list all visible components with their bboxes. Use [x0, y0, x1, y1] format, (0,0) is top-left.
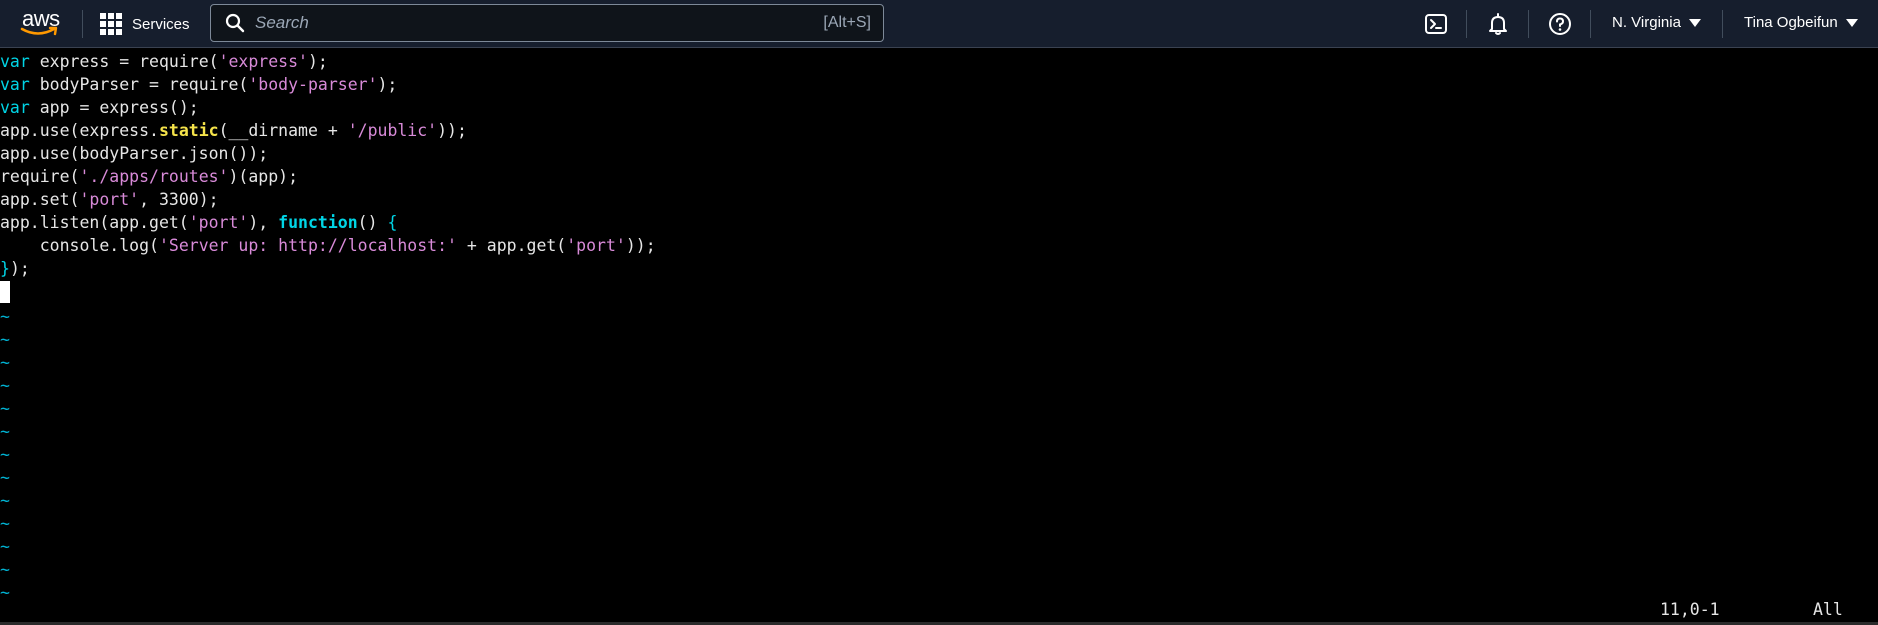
search-shortcut-hint: [Alt+S]	[823, 14, 871, 31]
code-token: app = express();	[29, 98, 199, 117]
code-line: app.use(bodyParser.json());	[0, 142, 268, 165]
bell-icon[interactable]	[1486, 12, 1510, 36]
empty-line-tilde: ~	[0, 422, 10, 441]
code-token: './apps/routes'	[79, 167, 229, 186]
code-line: });	[0, 257, 30, 280]
code-token: express = require(	[29, 52, 219, 71]
code-token: function	[278, 213, 358, 232]
empty-line-tilde: ~	[0, 491, 10, 510]
empty-line-tilde: ~	[0, 353, 10, 372]
code-token: app.use(express.	[0, 121, 159, 140]
code-token: (__dirname +	[218, 121, 348, 140]
search-icon	[225, 13, 245, 33]
aws-smile-icon	[20, 26, 58, 36]
code-token: var	[0, 75, 30, 94]
aws-top-navbar: aws Services [Alt+S]	[0, 0, 1878, 48]
empty-line-tilde: ~	[0, 514, 10, 533]
user-name: Tina Ogbeifun	[1744, 14, 1838, 31]
code-token: require(	[0, 167, 80, 186]
code-token: 'port'	[79, 190, 140, 209]
code-token: 'express'	[218, 52, 308, 71]
code-token: );	[377, 75, 398, 94]
text-cursor	[0, 281, 10, 303]
nav-divider	[1528, 10, 1529, 38]
empty-line-tilde: ~	[0, 468, 10, 487]
search-input[interactable]	[255, 13, 824, 33]
code-token: 'port'	[566, 236, 626, 255]
empty-line-tilde: ~	[0, 583, 10, 602]
code-token: ));	[625, 236, 656, 255]
code-line: console.log('Server up: http://localhost…	[0, 234, 656, 257]
cursor-position-status: 11,0-1	[1660, 600, 1720, 619]
code-line: require('./apps/routes')(app);	[0, 165, 298, 188]
services-menu-button[interactable]: Services	[100, 10, 190, 38]
code-token: {	[387, 213, 398, 232]
nav-divider	[1722, 10, 1723, 38]
services-grid-icon	[100, 13, 122, 35]
code-token: ),	[248, 213, 279, 232]
empty-line-tilde: ~	[0, 307, 10, 326]
services-label: Services	[132, 15, 190, 33]
code-line: app.listen(app.get('port'), function() {	[0, 211, 397, 234]
cloudshell-icon[interactable]	[1424, 12, 1448, 36]
code-line: var app = express();	[0, 96, 199, 119]
code-line: var bodyParser = require('body-parser');	[0, 73, 397, 96]
code-line: var express = require('express');	[0, 50, 328, 73]
code-token: }	[0, 259, 10, 278]
nav-divider	[82, 10, 83, 38]
code-token: , 3300);	[139, 190, 219, 209]
empty-line-tilde: ~	[0, 445, 10, 464]
code-token: static	[158, 121, 219, 140]
empty-line-tilde: ~	[0, 376, 10, 395]
code-token: 'port'	[188, 213, 249, 232]
code-token: 'Server up: http://localhost:'	[158, 236, 457, 255]
code-token: + app.get(	[456, 236, 567, 255]
empty-line-tilde: ~	[0, 537, 10, 556]
code-token: ()	[357, 213, 388, 232]
scroll-position-status: All	[1813, 600, 1843, 619]
empty-line-tilde: ~	[0, 330, 10, 349]
code-token: );	[9, 259, 30, 278]
region-selector[interactable]: N. Virginia	[1612, 14, 1701, 31]
code-token: app.use(bodyParser.json());	[0, 144, 269, 163]
code-token: var	[0, 52, 30, 71]
code-token: app.set(	[0, 190, 80, 209]
code-line: app.set('port', 3300);	[0, 188, 219, 211]
help-icon[interactable]	[1548, 12, 1572, 36]
empty-line-tilde: ~	[0, 560, 10, 579]
code-token: bodyParser = require(	[29, 75, 249, 94]
empty-line-tilde: ~	[0, 399, 10, 418]
caret-down-icon	[1688, 18, 1701, 27]
nav-divider	[1590, 10, 1591, 38]
region-label: N. Virginia	[1612, 14, 1681, 31]
vim-editor[interactable]: var express = require('express'); var bod…	[0, 48, 1878, 625]
code-token: '/public'	[347, 121, 438, 140]
code-line: app.use(express.static(__dirname + '/pub…	[0, 119, 467, 142]
code-token: var	[0, 98, 30, 117]
code-token: console.log(	[0, 236, 159, 255]
aws-logo[interactable]: aws	[20, 6, 64, 40]
code-token: )(app);	[228, 167, 299, 186]
code-token: ));	[437, 121, 467, 140]
code-token: 'body-parser'	[248, 75, 378, 94]
caret-down-icon	[1845, 18, 1858, 27]
search-bar[interactable]: [Alt+S]	[210, 4, 884, 42]
code-token: );	[307, 52, 328, 71]
account-menu[interactable]: Tina Ogbeifun	[1744, 14, 1858, 31]
code-token: app.listen(app.get(	[0, 213, 189, 232]
nav-divider	[1466, 10, 1467, 38]
